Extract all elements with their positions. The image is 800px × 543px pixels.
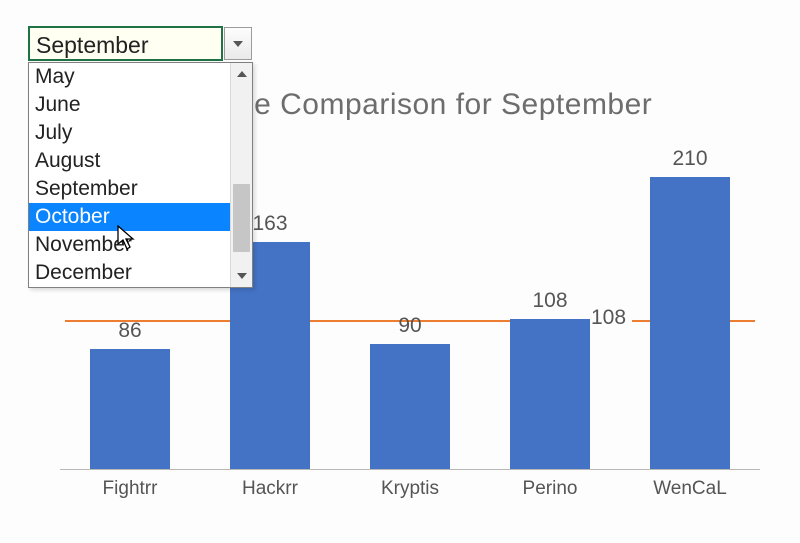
category-label: Hackrr (210, 478, 330, 500)
bar-value-label: 210 (650, 147, 730, 171)
bar-value-label: 86 (90, 319, 170, 343)
caret-down-icon (233, 41, 243, 47)
month-option[interactable]: May (29, 63, 230, 91)
chevron-down-icon (237, 273, 247, 279)
bar-value-label: 90 (370, 314, 450, 338)
month-option[interactable]: June (29, 91, 230, 119)
month-option[interactable]: November (29, 231, 230, 259)
month-option[interactable]: July (29, 119, 230, 147)
month-dropdown-list[interactable]: MayJuneJulyAugustSeptemberOctoberNovembe… (28, 62, 253, 288)
month-option[interactable]: August (29, 147, 230, 175)
bar-value-label: 108 (510, 289, 590, 313)
category-label: Perino (490, 478, 610, 500)
reference-line-label: 108 (585, 306, 632, 330)
category-label: WenCaL (630, 478, 750, 500)
scroll-track[interactable] (231, 85, 252, 265)
category-label: Kryptis (350, 478, 470, 500)
bar: 210 (650, 177, 730, 469)
month-option[interactable]: September (29, 175, 230, 203)
month-dropdown-button[interactable] (224, 27, 252, 60)
month-option[interactable]: December (29, 259, 230, 287)
bar: 90 (370, 344, 450, 469)
scroll-thumb[interactable] (233, 184, 250, 252)
category-label: Fightrr (70, 478, 190, 500)
scroll-down-button[interactable] (231, 265, 252, 287)
month-option[interactable]: October (29, 203, 230, 231)
dropdown-scrollbar[interactable] (230, 63, 252, 287)
bar: 108 (510, 319, 590, 469)
scroll-up-button[interactable] (231, 63, 252, 85)
bar: 86 (90, 349, 170, 469)
chevron-up-icon (237, 71, 247, 77)
month-cell[interactable]: September (28, 26, 223, 61)
